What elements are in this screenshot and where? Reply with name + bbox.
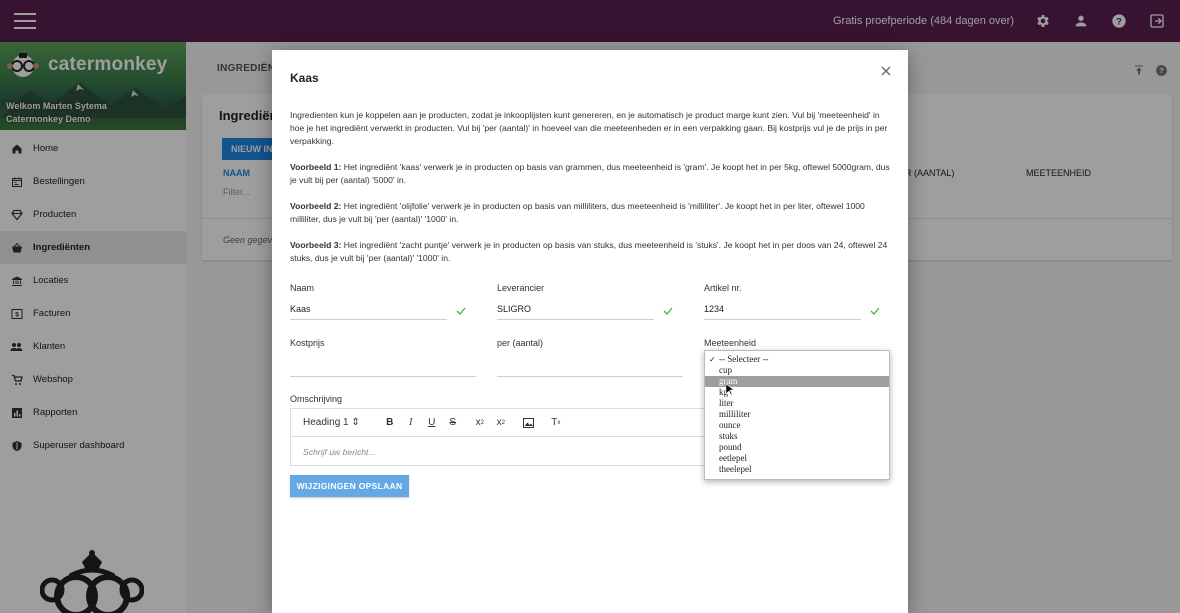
dropdown-option[interactable]: milliliter: [705, 409, 889, 420]
dropdown-option[interactable]: liter: [705, 398, 889, 409]
close-icon[interactable]: [879, 64, 893, 78]
per-aantal-label: per (aantal): [497, 338, 544, 348]
dialog-title: Kaas: [290, 71, 319, 85]
check-icon: [870, 307, 880, 315]
example-3: Voorbeeld 3: Het ingrediënt 'zacht puntj…: [290, 239, 890, 265]
kostprijs-label: Kostprijs: [290, 338, 325, 348]
dropdown-option[interactable]: theelepel: [705, 464, 889, 475]
edit-ingredient-dialog: Kaas Ingredienten kun je koppelen aan je…: [272, 50, 908, 613]
example-2-label: Voorbeeld 2:: [290, 201, 342, 211]
leverancier-label: Leverancier: [497, 283, 545, 293]
meeteenheid-dropdown[interactable]: -- Selecteer -- cup gram kg liter millil…: [704, 350, 890, 480]
check-icon: [456, 307, 466, 315]
editor-body[interactable]: Schrijf uw bericht...: [291, 437, 704, 467]
rich-text-editor: Heading 1 ⇕ B I U S x2 x2 Tx Schrijf uw …: [290, 408, 705, 466]
image-icon[interactable]: [522, 417, 534, 428]
example-3-label: Voorbeeld 3:: [290, 240, 342, 250]
bold-icon[interactable]: B: [385, 417, 395, 428]
meeteenheid-label: Meeteenheid: [704, 338, 757, 348]
artikel-field[interactable]: 1234: [704, 300, 861, 320]
example-1-label: Voorbeeld 1:: [290, 162, 342, 172]
dropdown-option[interactable]: cup: [705, 365, 889, 376]
per-aantal-field[interactable]: [497, 357, 683, 377]
superscript-icon[interactable]: x2: [496, 417, 506, 428]
example-1: Voorbeeld 1: Het ingrediënt 'kaas' verwe…: [290, 161, 890, 187]
example-2: Voorbeeld 2: Het ingrediënt 'olijfolie' …: [290, 200, 890, 226]
editor-toolbar: Heading 1 ⇕ B I U S x2 x2 Tx: [291, 409, 704, 437]
dropdown-option[interactable]: eetlepel: [705, 453, 889, 464]
example-2-text: Het ingrediënt 'olijfolie' verwerk je in…: [290, 201, 865, 224]
leverancier-field[interactable]: SLIGRO: [497, 300, 654, 320]
naam-label: Naam: [290, 283, 315, 293]
dropdown-option[interactable]: pound: [705, 442, 889, 453]
mouse-cursor-icon: [726, 384, 734, 396]
naam-field[interactable]: Kaas: [290, 300, 447, 320]
example-1-text: Het ingrediënt 'kaas' verwerk je in prod…: [290, 162, 890, 185]
example-3-text: Het ingrediënt 'zacht puntje' verwerk je…: [290, 240, 888, 263]
heading-select-value: Heading 1: [303, 417, 349, 428]
clear-format-icon[interactable]: Tx: [551, 417, 561, 428]
strikethrough-icon[interactable]: S: [448, 417, 458, 428]
italic-icon[interactable]: I: [406, 417, 416, 428]
heading-select[interactable]: Heading 1 ⇕: [303, 417, 360, 428]
dropdown-option[interactable]: stuks: [705, 431, 889, 442]
kostprijs-field[interactable]: [290, 357, 476, 377]
dropdown-option[interactable]: ounce: [705, 420, 889, 431]
check-icon: [663, 307, 673, 315]
subscript-icon[interactable]: x2: [475, 417, 485, 428]
intro-text: Ingredienten kun je koppelen aan je prod…: [290, 110, 888, 146]
underline-icon[interactable]: U: [427, 417, 437, 428]
dropdown-option[interactable]: -- Selecteer --: [705, 354, 889, 365]
save-button[interactable]: WIJZIGINGEN OPSLAAN: [290, 475, 409, 497]
artikel-label: Artikel nr.: [704, 283, 742, 293]
omschrijving-label: Omschrijving: [290, 394, 343, 404]
